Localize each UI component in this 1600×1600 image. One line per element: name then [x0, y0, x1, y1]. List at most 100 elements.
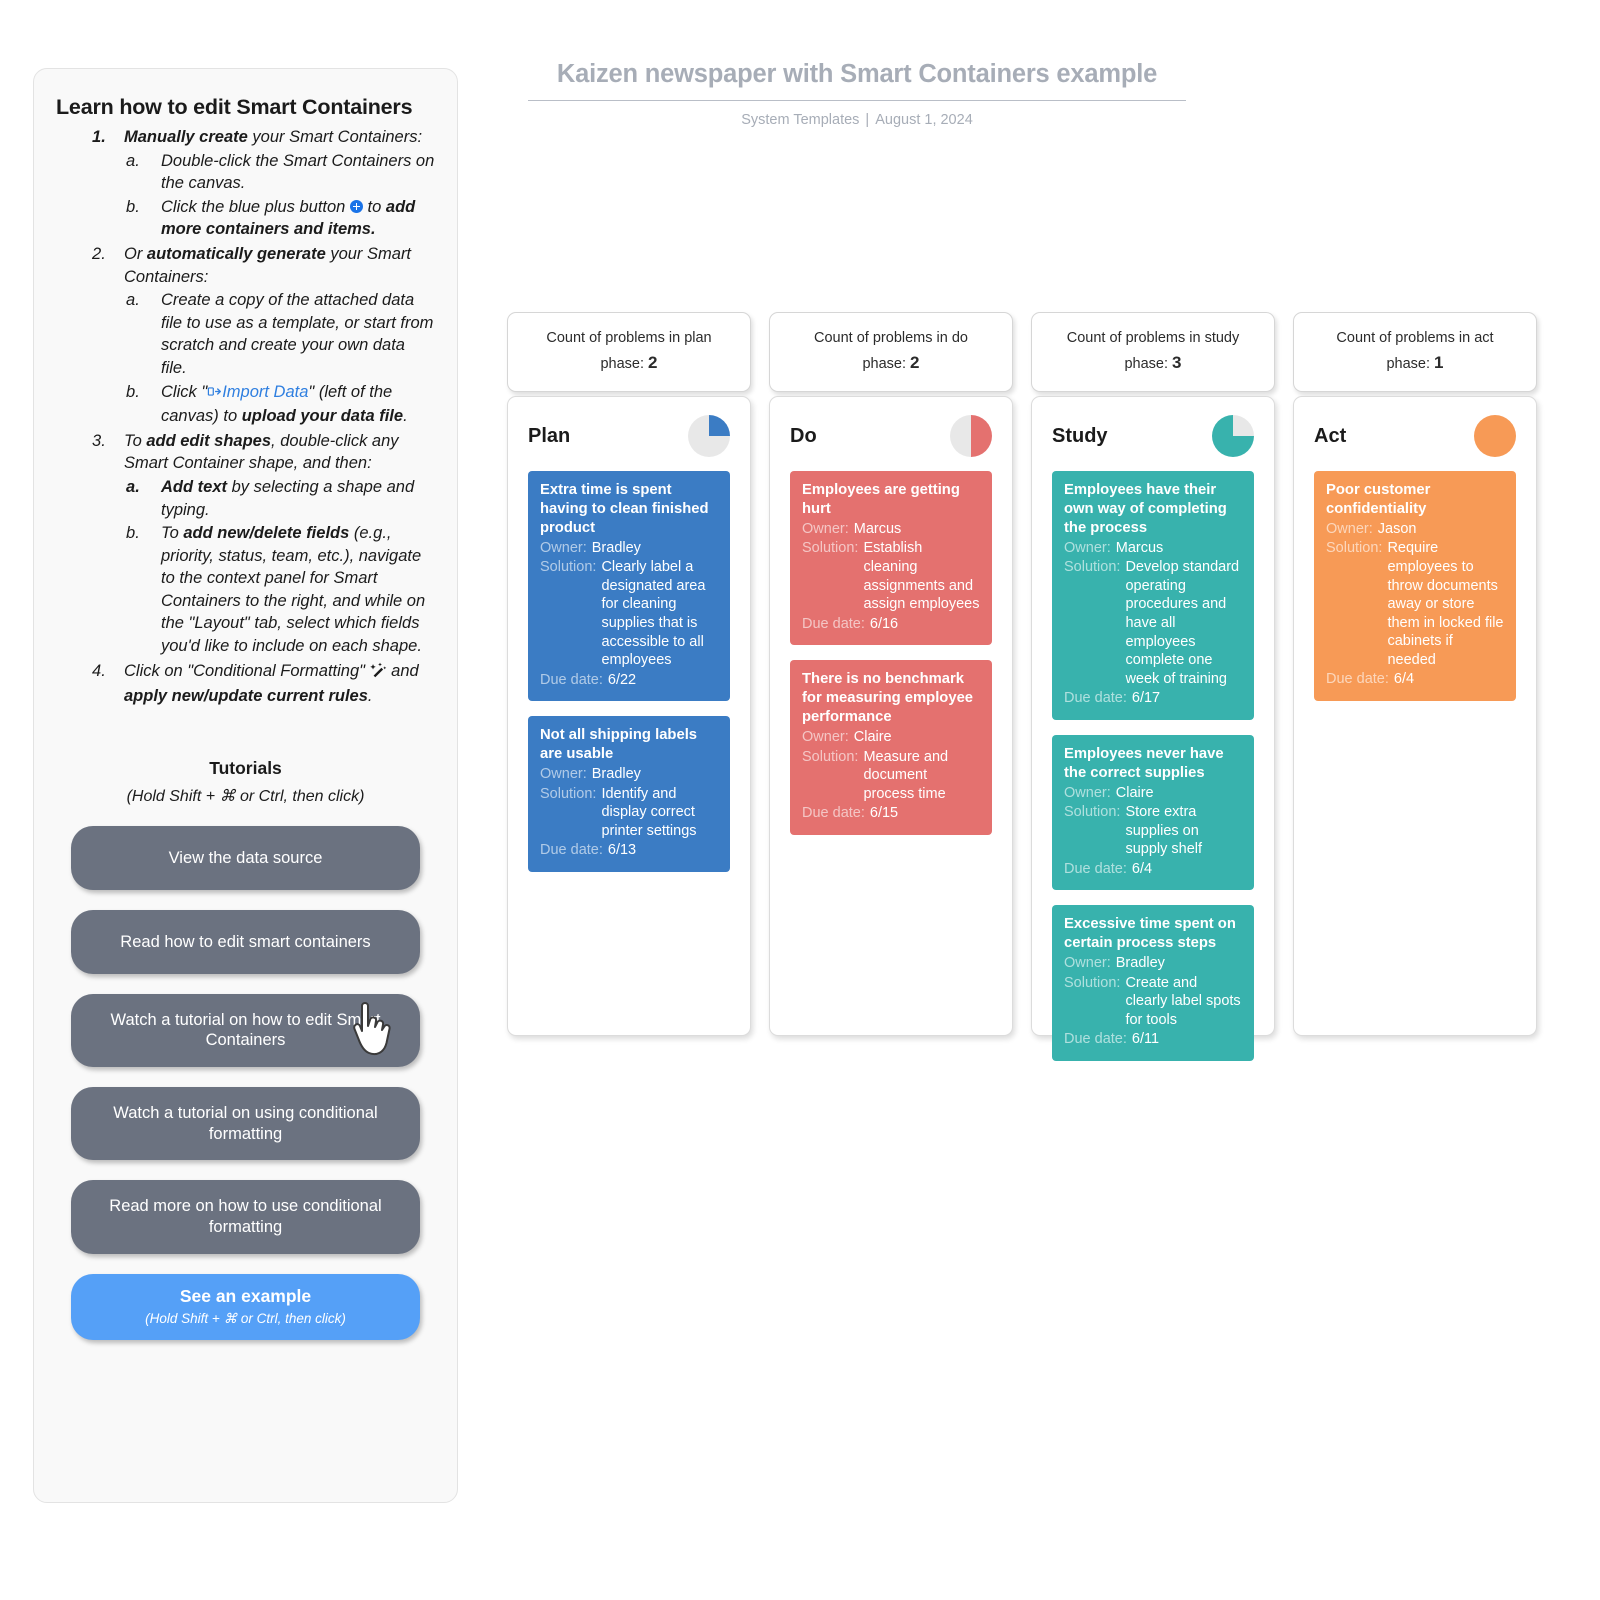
problem-card[interactable]: Extra time is spent having to clean fini… — [528, 471, 730, 702]
owner-label: Owner: — [540, 766, 587, 783]
problem-card[interactable]: Employees are getting hurt Owner: Marcus So… — [790, 471, 992, 646]
canvas: Learn how to edit Smart Containers Manua… — [0, 0, 1600, 1600]
problem-card[interactable]: Not all shipping labels are usable Owner:… — [528, 716, 730, 872]
solution-row: Solution: Clearly label a designated area… — [540, 558, 718, 669]
see-an-example-button[interactable]: See an example (Hold Shift + ⌘ or Ctrl, … — [71, 1273, 420, 1341]
owner-row: Owner: Marcus — [1064, 539, 1242, 558]
read-conditional-formatting-button[interactable]: Read more on how to use conditional form… — [71, 1180, 420, 1254]
problem-card[interactable]: There is no benchmark for measuring empl… — [790, 660, 992, 835]
tutorials-subheading: (Hold Shift + ⌘ or Ctrl, then click) — [126, 787, 365, 805]
due-date-value: 6/4 — [1131, 860, 1153, 877]
column-study[interactable]: Study Employees have their own way of com… — [1031, 396, 1275, 1061]
column-plan[interactable]: Plan Extra time is spent having to clean … — [507, 396, 751, 1036]
problem-card-title: Extra time is spent having to clean fini… — [540, 482, 709, 536]
help-panel: Learn how to edit Smart Containers Manua… — [33, 68, 458, 1503]
help-step-1-sublist: Double-click the Smart Containers on the… — [124, 150, 435, 241]
problem-card[interactable]: Employees have their own way of completi… — [1052, 471, 1254, 720]
help-step-4-pre: Click on "Conditional Formatting" — [124, 661, 370, 680]
count-card-study-value: 3 — [1172, 353, 1182, 372]
document-header: Kaizen newspaper with Smart Containers e… — [528, 60, 1186, 128]
plus-icon[interactable] — [349, 199, 363, 213]
progress-pie-icon — [950, 415, 992, 457]
page-title: Kaizen newspaper with Smart Containers e… — [528, 60, 1186, 101]
problem-card-title: There is no benchmark for measuring empl… — [802, 671, 974, 726]
due-date-row: Due date: 6/4 — [1064, 860, 1242, 879]
solution-value: Measure and document process time — [863, 748, 949, 802]
due-date-row: Due date: 6/15 — [802, 804, 980, 823]
problem-card[interactable]: Employees never have the correct supplie… — [1052, 734, 1254, 891]
owner-label: Owner: — [1326, 520, 1373, 537]
progress-pie-icon — [688, 415, 730, 457]
solution-label: Solution: — [1064, 559, 1121, 576]
column-header: Do — [790, 415, 992, 457]
help-step-2a-text: Create a copy of the attached data file … — [161, 291, 434, 377]
help-step-2-sublist: Create a copy of the attached data file … — [124, 289, 435, 428]
due-date-label: Due date: — [802, 805, 865, 822]
help-step-3b: To add new/delete fields (e.g., priority… — [124, 522, 435, 658]
column-title: Plan — [528, 424, 571, 447]
help-step-2b-tail: upload your data file — [241, 407, 404, 426]
solution-label: Solution: — [540, 559, 597, 576]
help-step-1b-mid: to — [362, 197, 386, 216]
watch-conditional-formatting-button[interactable]: Watch a tutorial on using conditional fo… — [71, 1087, 420, 1161]
owner-label: Owner: — [540, 539, 587, 556]
due-date-label: Due date: — [540, 671, 603, 688]
solution-row: Solution: Measure and document process ti… — [802, 748, 980, 804]
owner-row: Owner: Bradley — [540, 539, 718, 558]
magic-wand-icon[interactable] — [369, 662, 387, 686]
solution-value: Store extra supplies on supply shelf — [1125, 804, 1203, 858]
watch-edit-smart-containers-button[interactable]: Watch a tutorial on how to edit Smart Co… — [71, 993, 420, 1068]
due-date-row: Due date: 6/16 — [802, 615, 980, 634]
import-data-link[interactable]: Import Data — [222, 383, 308, 401]
due-date-value: 6/15 — [869, 805, 899, 822]
help-panel-title: Learn how to edit Smart Containers — [56, 95, 413, 119]
due-date-label: Due date: — [1326, 671, 1389, 688]
problem-card-title: Excessive time spent on certain process … — [1064, 916, 1236, 952]
count-card-act: Count of problems in act phase: 1 — [1293, 312, 1537, 392]
count-card-study-label: Count of problems in study phase: — [1066, 330, 1240, 372]
count-card-do: Count of problems in do phase: 2 — [769, 312, 1013, 392]
tutorials-heading: Tutorials — [209, 757, 282, 778]
count-card-plan-value: 2 — [648, 353, 658, 372]
column-header: Study — [1052, 415, 1254, 457]
column-title: Do — [790, 424, 817, 447]
help-step-4-mid: and — [386, 661, 419, 680]
progress-pie-icon — [1212, 415, 1254, 457]
import-data-icon[interactable] — [207, 383, 222, 406]
problem-card[interactable]: Excessive time spent on certain process … — [1052, 905, 1254, 1061]
help-step-1-lead: Manually create — [124, 128, 248, 146]
owner-value: Marcus — [853, 520, 902, 537]
due-date-label: Due date: — [540, 842, 603, 859]
help-step-2: Or automatically generate your Smart Con… — [56, 243, 435, 428]
view-data-source-button[interactable]: View the data source — [71, 825, 420, 890]
count-card-plan: Count of problems in plan phase: 2 — [507, 312, 751, 392]
due-date-label: Due date: — [1064, 860, 1127, 877]
solution-row: Solution: Identify and display correct pr… — [540, 785, 718, 841]
page-source: System Templates — [741, 112, 860, 128]
read-edit-smart-containers-button[interactable]: Read how to edit smart containers — [71, 909, 420, 974]
help-step-3a: Add text by selecting a shape and typing… — [124, 476, 435, 521]
help-step-2b-end: . — [403, 407, 408, 426]
help-step-3-pre: To — [124, 431, 147, 450]
owner-label: Owner: — [802, 728, 849, 745]
help-step-3b-pre: To — [161, 524, 184, 543]
owner-value: Claire — [853, 728, 892, 745]
owner-value: Claire — [1115, 784, 1154, 801]
owner-value: Bradley — [1115, 955, 1165, 972]
solution-label: Solution: — [802, 540, 859, 557]
help-step-2b: Click " Import Data" (left of the canvas)… — [124, 381, 435, 428]
problem-card[interactable]: Poor customer confidentiality Owner: Jason… — [1314, 471, 1516, 701]
owner-row: Owner: Marcus — [802, 520, 980, 539]
owner-row: Owner: Bradley — [1064, 954, 1242, 973]
due-date-row: Due date: 6/13 — [540, 841, 718, 860]
help-step-1-rest: your Smart Containers: — [247, 128, 423, 146]
help-step-1b-pre: Click the blue plus button — [161, 197, 350, 216]
column-do[interactable]: Do Employees are getting hurt Owner: Marcus… — [769, 396, 1013, 1036]
column-header: Act — [1314, 415, 1516, 457]
column-act[interactable]: Act Poor customer confidentiality Owner: Ja… — [1293, 396, 1537, 1036]
help-step-4-end: . — [367, 687, 373, 706]
due-date-label: Due date: — [1064, 690, 1127, 707]
help-steps-list: Manually create your Smart Containers: D… — [56, 126, 435, 708]
page-date: August 1, 2024 — [875, 112, 973, 128]
solution-value: Clearly label a designated area for clea… — [601, 559, 706, 669]
